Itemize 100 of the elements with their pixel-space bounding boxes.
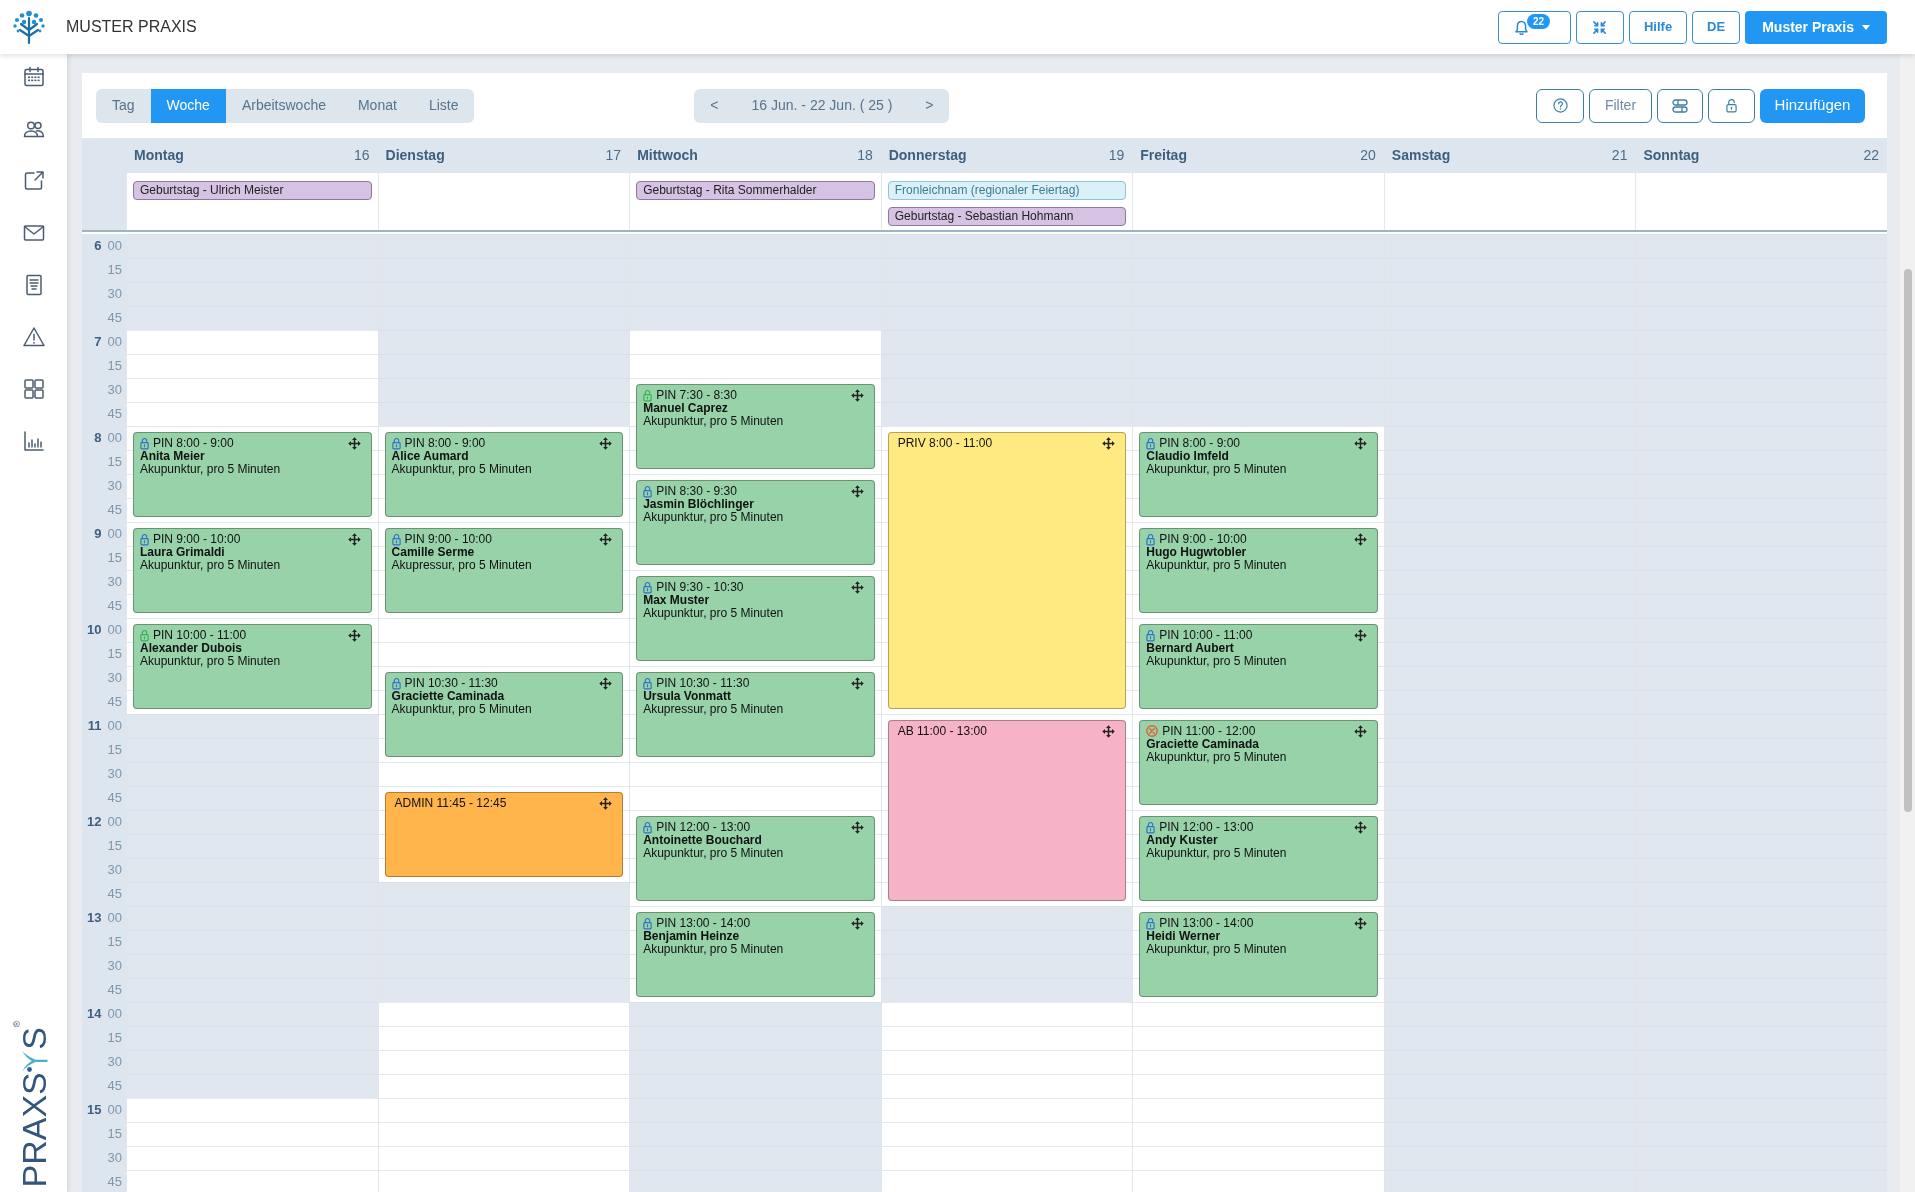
calendar-icon[interactable] bbox=[21, 65, 46, 89]
bar-chart-icon[interactable] bbox=[21, 429, 46, 453]
minute-label: 30 bbox=[107, 861, 122, 880]
all-day-event[interactable]: Geburtstag - Sebastian Hohmann bbox=[887, 207, 1127, 226]
move-arrows-icon[interactable] bbox=[1353, 820, 1367, 834]
service-label: Akupunktur, pro 5 Minuten bbox=[643, 415, 785, 428]
service-label: Akupunktur, pro 5 Minuten bbox=[1146, 463, 1288, 476]
move-arrows-icon[interactable] bbox=[1353, 628, 1367, 642]
move-arrows-icon[interactable] bbox=[1102, 724, 1116, 738]
view-tab[interactable]: Monat bbox=[341, 88, 413, 123]
appointment[interactable]: PIN 9:00 - 10:00 Camille Serme Akupressur, pro 5 Minuten bbox=[384, 528, 624, 613]
minute-label: 45 bbox=[107, 789, 122, 808]
move-arrows-icon[interactable] bbox=[850, 580, 864, 594]
appointment[interactable]: PIN 13:00 - 14:00 Heidi Werner Akupunktur, pro 5 Minuten bbox=[1139, 912, 1378, 997]
hour-label: 10 bbox=[87, 621, 102, 640]
service-label: Akupunktur, pro 5 Minuten bbox=[643, 607, 785, 620]
move-arrows-icon[interactable] bbox=[347, 628, 361, 642]
appointment[interactable]: PIN 9:00 - 10:00 Laura Grimaldi Akupunktur, pro 5 Minuten bbox=[133, 528, 372, 613]
move-arrows-icon[interactable] bbox=[599, 436, 613, 450]
filter-button[interactable]: Filter bbox=[1589, 88, 1652, 123]
day-name: Montag bbox=[134, 146, 184, 165]
appointment-time: PIN 13:00 - 14:00 bbox=[1159, 916, 1254, 930]
header-button[interactable]: Hilfe bbox=[1628, 10, 1688, 44]
view-tab[interactable]: Liste bbox=[412, 88, 475, 123]
practice-name: MUSTER PRAXIS bbox=[66, 17, 197, 37]
appointment-time: PIN 9:00 - 10:00 bbox=[404, 532, 492, 546]
move-arrows-icon[interactable] bbox=[1102, 436, 1116, 450]
view-tab[interactable]: Tag bbox=[96, 88, 151, 123]
day-name: Freitag bbox=[1140, 146, 1187, 165]
patient-name: Jasmin Blöchlinger bbox=[643, 498, 755, 511]
move-arrows-icon[interactable] bbox=[850, 676, 864, 690]
move-arrows-icon[interactable] bbox=[599, 796, 613, 810]
appointment[interactable]: PIN 7:30 - 8:30 Manuel Caprez Akupunktur, pro 5 Minuten bbox=[636, 384, 875, 469]
appointment[interactable]: PIN 9:30 - 10:30 Max Muster Akupunktur, pro 5 Minuten bbox=[636, 576, 875, 661]
header-button[interactable]: DE bbox=[1692, 10, 1741, 44]
day-name: Sonntag bbox=[1643, 146, 1700, 165]
next-week-button[interactable]: > bbox=[909, 88, 950, 123]
appointment[interactable]: PIN 8:00 - 9:00 Anita Meier Akupunktur, pro 5 Minuten bbox=[133, 432, 372, 517]
move-arrows-icon[interactable] bbox=[850, 484, 864, 498]
appointment[interactable]: PIN 8:00 - 9:00 Claudio Imfeld Akupunktur, pro 5 Minuten bbox=[1139, 432, 1378, 517]
appointment[interactable]: PIN 9:00 - 10:00 Hugo Hugwtobler Akupunktur, pro 5 Minuten bbox=[1139, 528, 1378, 613]
appointment[interactable]: PIN 12:00 - 13:00 Antoinette Bouchard Akupunktur, pro 5 Minuten bbox=[636, 816, 875, 901]
service-label: Akupunktur, pro 5 Minuten bbox=[643, 511, 785, 524]
previous-week-button[interactable]: < bbox=[694, 88, 735, 123]
minute-label: 45 bbox=[107, 885, 122, 904]
date-range-label: 16 Jun. - 22 Jun. ( 25 ) bbox=[751, 96, 893, 115]
move-arrows-icon[interactable] bbox=[850, 820, 864, 834]
appointment[interactable]: PIN 11:00 - 12:00 Graciette Caminada Akupunktur, pro 5 Minuten bbox=[1139, 720, 1378, 805]
appointment-time: PIN 8:30 - 9:30 bbox=[656, 484, 737, 498]
move-arrows-icon[interactable] bbox=[599, 532, 613, 546]
move-arrows-icon[interactable] bbox=[347, 436, 361, 450]
appointment[interactable]: PIN 8:30 - 9:30 Jasmin Blöchlinger Akupunktur, pro 5 Minuten bbox=[636, 480, 875, 565]
minute-label: 15 bbox=[107, 645, 122, 664]
service-label: Akupressur, pro 5 Minuten bbox=[391, 559, 533, 572]
collapse-button[interactable] bbox=[1575, 10, 1624, 44]
appointment-time: AB 11:00 - 13:00 bbox=[897, 724, 987, 738]
appointment-time: PIN 10:00 - 11:00 bbox=[1159, 628, 1253, 642]
minute-label: 45 bbox=[107, 501, 122, 520]
grid-icon[interactable] bbox=[21, 377, 46, 401]
hour-label: 7 bbox=[94, 333, 102, 352]
minute-label: 15 bbox=[107, 741, 122, 760]
appointment[interactable]: PIN 10:30 - 11:30 Ursula Vonmatt Akupressur, pro 5 Minuten bbox=[636, 672, 875, 757]
appointment[interactable]: PIN 13:00 - 14:00 Benjamin Heinze Akupunktur, pro 5 Minuten bbox=[636, 912, 875, 997]
layout-button[interactable] bbox=[1657, 88, 1703, 123]
scrollbar[interactable] bbox=[1900, 54, 1915, 1192]
appointment[interactable]: ADMIN 11:45 - 12:45 bbox=[384, 792, 624, 877]
patient-name: Hugo Hugwtobler bbox=[1146, 546, 1248, 559]
move-arrows-icon[interactable] bbox=[599, 676, 613, 690]
move-arrows-icon[interactable] bbox=[1353, 916, 1367, 930]
appointment[interactable]: PIN 12:00 - 13:00 Andy Kuster Akupunktur, pro 5 Minuten bbox=[1139, 816, 1378, 901]
appointment[interactable]: AB 11:00 - 13:00 bbox=[887, 720, 1127, 901]
question-circle-icon bbox=[1552, 98, 1568, 113]
service-label: Akupunktur, pro 5 Minuten bbox=[140, 463, 282, 476]
warning-icon[interactable] bbox=[21, 325, 46, 349]
scrollbar-thumb[interactable] bbox=[1903, 269, 1912, 812]
open-padlock-icon bbox=[1726, 98, 1737, 113]
lock-button[interactable] bbox=[1708, 88, 1755, 123]
move-arrows-icon[interactable] bbox=[850, 388, 864, 402]
appointment[interactable]: PRIV 8:00 - 11:00 bbox=[887, 432, 1127, 709]
move-arrows-icon[interactable] bbox=[850, 916, 864, 930]
all-day-event[interactable]: Geburtstag - Ulrich Meister bbox=[133, 181, 372, 200]
service-label: Akupunktur, pro 5 Minuten bbox=[643, 847, 785, 860]
help-button[interactable] bbox=[1536, 88, 1584, 123]
all-day-event[interactable]: Geburtstag - Rita Sommerhalder bbox=[636, 181, 875, 200]
appointment[interactable]: PIN 10:00 - 11:00 Bernard Aubert Akupunktur, pro 5 Minuten bbox=[1139, 624, 1378, 709]
minute-label: 15 bbox=[107, 1125, 122, 1144]
minute-label: 30 bbox=[107, 1149, 122, 1168]
minute-label: 15 bbox=[107, 1029, 122, 1048]
move-arrows-icon[interactable] bbox=[347, 532, 361, 546]
appointment[interactable]: PIN 10:30 - 11:30 Graciette Caminada Akupunktur, pro 5 Minuten bbox=[384, 672, 624, 757]
appointment[interactable]: PIN 10:00 - 11:00 Alexander Dubois Akupunktur, pro 5 Minuten bbox=[133, 624, 372, 709]
appointment-time: PIN 9:30 - 10:30 bbox=[656, 580, 744, 594]
all-day-event[interactable]: Fronleichnam (regionaler Feiertag) bbox=[887, 181, 1127, 200]
move-arrows-icon[interactable] bbox=[1353, 724, 1367, 738]
patient-name: Manuel Caprez bbox=[643, 402, 729, 415]
service-label: Akupunktur, pro 5 Minuten bbox=[1146, 559, 1288, 572]
appointment[interactable]: PIN 8:00 - 9:00 Alice Aumard Akupunktur, pro 5 Minuten bbox=[384, 432, 624, 517]
move-arrows-icon[interactable] bbox=[1353, 436, 1367, 450]
view-tab[interactable]: Arbeitswoche bbox=[225, 88, 342, 123]
move-arrows-icon[interactable] bbox=[1353, 532, 1367, 546]
